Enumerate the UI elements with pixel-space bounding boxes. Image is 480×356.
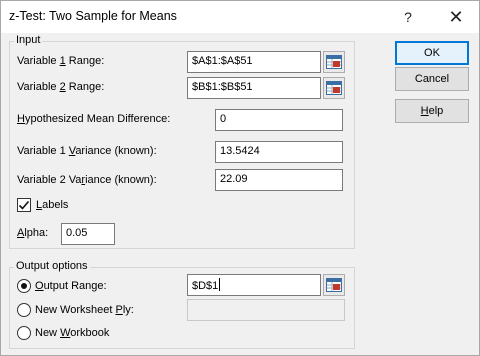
alpha-input[interactable]: 0.05	[61, 223, 115, 245]
checkmark-icon	[18, 200, 30, 210]
variable-1-variance-input[interactable]: 13.5424	[215, 141, 343, 163]
output-range-radio[interactable]	[17, 279, 31, 293]
variable-2-variance-input[interactable]: 22.09	[215, 169, 343, 191]
variable-1-range-label: Variable 1 Range:	[17, 55, 105, 67]
labels-label[interactable]: Labels	[36, 199, 68, 211]
hypothesized-mean-difference-label: Hypothesized Mean Difference:	[17, 113, 171, 125]
range-collapse-icon	[326, 55, 342, 69]
help-question-icon[interactable]: ?	[393, 5, 423, 29]
variable-2-range-input[interactable]: $B$1:$B$51	[187, 77, 321, 99]
new-worksheet-ply-input[interactable]	[187, 299, 345, 321]
labels-checkbox[interactable]	[17, 198, 31, 212]
hypothesized-mean-difference-input[interactable]: 0	[215, 109, 343, 131]
output-range-label[interactable]: Output Range:	[35, 280, 107, 292]
variable-2-range-collapse-button[interactable]	[323, 77, 345, 99]
range-collapse-icon	[326, 81, 342, 95]
variable-2-range-label: Variable 2 Range:	[17, 81, 105, 93]
cancel-button[interactable]: Cancel	[395, 67, 469, 91]
title-bar[interactable]: z-Test: Two Sample for Means ? ✕	[1, 1, 479, 33]
output-range-input[interactable]: $D$1	[187, 274, 321, 296]
input-group-legend: Input	[14, 34, 43, 46]
help-button[interactable]: Help	[395, 99, 469, 123]
window-title: z-Test: Two Sample for Means	[9, 9, 177, 23]
new-workbook-label[interactable]: New Workbook	[35, 327, 109, 339]
alpha-label: Alpha:	[17, 227, 49, 239]
ok-button[interactable]: OK	[395, 41, 469, 65]
output-options-legend: Output options	[14, 260, 90, 272]
variable-1-range-input[interactable]: $A$1:$A$51	[187, 51, 321, 73]
close-icon[interactable]: ✕	[441, 5, 471, 29]
new-worksheet-ply-label[interactable]: New Worksheet Ply:	[35, 304, 134, 316]
new-worksheet-ply-radio[interactable]	[17, 303, 31, 317]
variable-1-range-collapse-button[interactable]	[323, 51, 345, 73]
variable-1-variance-label: Variable 1 Variance (known):	[17, 145, 157, 157]
new-workbook-radio[interactable]	[17, 326, 31, 340]
range-collapse-icon	[326, 278, 342, 292]
text-caret	[219, 278, 221, 291]
ztest-dialog: z-Test: Two Sample for Means ? ✕ Input V…	[0, 0, 480, 356]
radio-selected-dot	[21, 283, 27, 289]
variable-2-variance-label: Variable 2 Variance (known):	[17, 174, 157, 186]
output-range-collapse-button[interactable]	[323, 274, 345, 296]
